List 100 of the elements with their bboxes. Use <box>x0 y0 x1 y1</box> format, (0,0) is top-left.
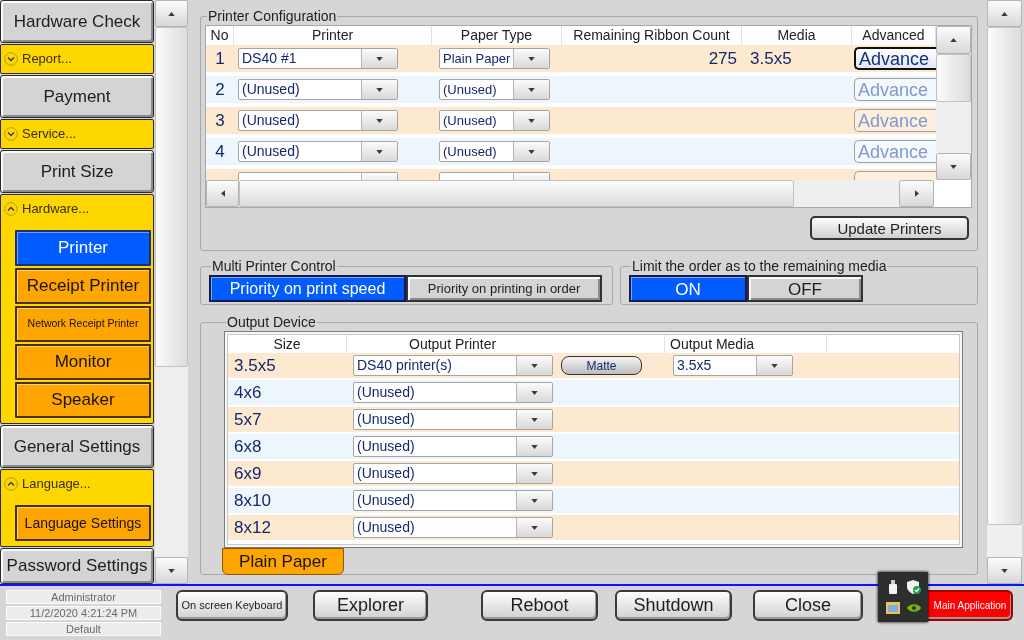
scroll-up-button[interactable] <box>987 0 1022 27</box>
table-cell: 3.5x5 <box>234 355 276 376</box>
sidebar-subitem[interactable]: Monitor <box>15 344 151 380</box>
scrollbar-thumb[interactable] <box>936 54 971 102</box>
paper-button[interactable]: Matte <box>561 356 642 375</box>
row-number: 1 <box>215 47 225 70</box>
output-printer-dropdown[interactable]: (Unused) <box>353 436 553 457</box>
scrollbar-thumb[interactable] <box>155 27 188 367</box>
footer-button[interactable]: Explorer <box>313 590 428 621</box>
shield-icon <box>906 580 921 594</box>
caret-down-icon <box>376 149 383 154</box>
caret-down-icon <box>528 118 535 123</box>
output-printer-dropdown[interactable]: (Unused) <box>353 409 553 430</box>
scroll-down-button[interactable] <box>987 557 1022 584</box>
column-header: Output Printer <box>409 335 497 353</box>
paper-tab[interactable]: Plain Paper <box>222 548 344 575</box>
caret-down-icon <box>531 363 538 368</box>
section-header[interactable]: Hardware... <box>1 195 153 223</box>
sidebar-subitem[interactable]: Speaker <box>15 382 151 418</box>
advanced-button[interactable]: Advance <box>854 47 936 70</box>
caret-right-icon <box>914 190 919 197</box>
output-printer-dropdown[interactable]: (Unused) <box>353 517 553 538</box>
row-number: 3 <box>215 109 225 132</box>
table-cell: 3.5x5 <box>750 48 792 68</box>
sidebar-button[interactable]: Hardware Check <box>0 0 154 43</box>
output-printer-dropdown[interactable]: (Unused) <box>353 490 553 511</box>
group-title: Limit the order as to the remaining media <box>631 259 888 274</box>
row-number: 2 <box>215 78 225 101</box>
sidebar-button[interactable]: Print Size <box>0 150 154 193</box>
output-media-dropdown[interactable]: 3.5x5 <box>673 355 793 376</box>
output-printer-dropdown[interactable]: (Unused) <box>353 463 553 484</box>
status-field: 11/2/2020 4:21:24 PM <box>6 606 161 620</box>
footer-button[interactable]: Reboot <box>481 590 598 621</box>
scroll-up-button[interactable] <box>155 0 188 27</box>
toggle-option[interactable]: Priority on print speed <box>209 275 406 302</box>
caret-left-icon <box>220 190 225 197</box>
caret-down-icon <box>531 417 538 422</box>
caret-up-icon <box>950 38 957 42</box>
caret-up-icon <box>1001 11 1008 16</box>
scroll-left-button[interactable] <box>206 180 239 207</box>
update-printers-button[interactable]: Update Printers <box>810 216 969 240</box>
caret-down-icon <box>950 164 957 169</box>
footer-button[interactable]: Close <box>753 590 863 621</box>
sidebar-subitem[interactable]: Printer <box>15 230 151 266</box>
table-cell: 4x6 <box>234 382 262 403</box>
caret-down-icon <box>168 568 175 573</box>
section-header[interactable]: Language... <box>1 470 153 498</box>
sidebar-button[interactable]: General Settings <box>0 425 154 468</box>
caret-down-icon <box>528 149 535 154</box>
caret-down-icon <box>531 444 538 449</box>
table-cell-text: 275 <box>708 47 737 70</box>
scroll-down-button[interactable] <box>936 153 971 180</box>
section-header[interactable]: Service... <box>1 120 153 148</box>
scroll-down-button[interactable] <box>155 557 188 584</box>
toggle-option[interactable]: ON <box>629 275 747 302</box>
paper-type-dropdown[interactable]: Plain Paper <box>439 48 550 69</box>
sidebar-subitem[interactable]: Network Receipt Printer <box>15 306 151 342</box>
caret-down-icon <box>531 525 538 530</box>
caret-down-icon <box>531 471 538 476</box>
caret-down-icon <box>528 87 535 92</box>
column-header: Output Media <box>670 335 755 353</box>
printer-dropdown[interactable]: DS40 #1 <box>238 48 398 69</box>
eye-icon <box>906 603 921 613</box>
group-title: Output Device <box>226 315 317 330</box>
caret-down-icon <box>771 363 778 368</box>
group-title: Multi Printer Control <box>211 259 337 274</box>
usb-drive-icon <box>888 580 897 594</box>
table-cell: 8x12 <box>234 517 271 538</box>
footer-button[interactable]: On screen Keyboard <box>176 590 288 621</box>
toggle-option[interactable]: OFF <box>747 275 863 302</box>
output-printer-dropdown[interactable]: DS40 printer(s) <box>353 355 553 376</box>
caret-down-icon <box>376 87 383 92</box>
caret-down-icon <box>531 390 538 395</box>
sidebar-button[interactable]: Payment <box>0 75 154 118</box>
sidebar-button[interactable]: Password Settings <box>0 548 154 584</box>
column-header: Size <box>273 335 301 353</box>
group-title: Printer Configuration <box>207 9 338 24</box>
section-header[interactable]: Report... <box>1 45 153 73</box>
scroll-right-button[interactable] <box>899 180 934 207</box>
table-cell: 6x8 <box>234 436 262 457</box>
status-field: Administrator <box>6 590 161 604</box>
footer-button[interactable]: Shutdown <box>615 590 732 621</box>
sidebar-subitem[interactable]: Receipt Printer <box>15 268 151 304</box>
sidebar-subitem[interactable]: Language Settings <box>15 505 151 541</box>
scroll-up-button[interactable] <box>936 26 971 54</box>
scrollbar-thumb[interactable] <box>239 180 794 207</box>
caret-down-icon <box>1001 568 1008 573</box>
table-cell: 5x7 <box>234 409 262 430</box>
caret-down-icon <box>376 118 383 123</box>
caret-up-icon <box>168 11 175 16</box>
table-cell: 8x10 <box>234 490 271 511</box>
row-number: 4 <box>215 140 225 163</box>
caret-down-icon <box>376 56 383 61</box>
window-icon <box>885 602 900 614</box>
output-printer-dropdown[interactable]: (Unused) <box>353 382 553 403</box>
caret-down-icon <box>528 56 535 61</box>
toggle-option[interactable]: Priority on printing in order <box>406 275 602 302</box>
status-field: Default <box>6 622 161 636</box>
table-cell: 6x9 <box>234 463 262 484</box>
caret-down-icon <box>531 498 538 503</box>
